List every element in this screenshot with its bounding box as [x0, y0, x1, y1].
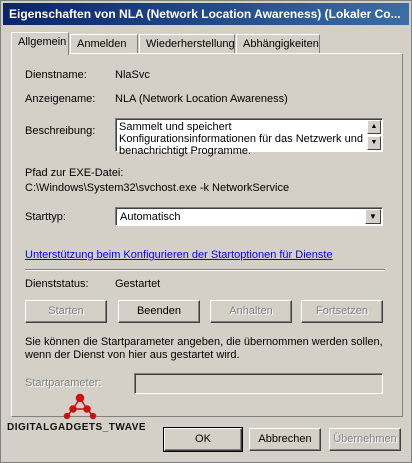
service-status-label: Dienststatus: [25, 278, 89, 290]
start-button[interactable]: Starten [25, 300, 107, 323]
divider [25, 269, 385, 271]
tab-wiederherstellung[interactable]: Wiederherstellung [139, 34, 235, 54]
startup-type-select[interactable]: Automatisch ▼ [115, 207, 383, 226]
display-name-label: Anzeigename: [25, 93, 96, 105]
properties-dialog: Eigenschaften von NLA (Network Location … [0, 0, 412, 463]
description-text: Sammelt und speichert Konfigurationsinfo… [119, 121, 363, 157]
path-value: C:\Windows\System32\svchost.exe -k Netwo… [25, 182, 290, 194]
general-panel [11, 53, 403, 417]
tab-abhaengigkeiten[interactable]: Abhängigkeiten [236, 34, 320, 54]
description-box[interactable]: Sammelt und speichert Konfigurationsinfo… [115, 118, 383, 157]
molecule-logo-icon [63, 393, 97, 420]
start-params-label: Startparameter: [25, 377, 102, 389]
apply-button[interactable]: Übernehmen [329, 428, 401, 451]
start-params-input[interactable] [134, 373, 383, 394]
watermark-text: DIGITALGADGETS_TWAVE [7, 422, 147, 433]
startup-type-value: Automatisch [120, 211, 181, 223]
scroll-down-icon[interactable]: ▼ [367, 136, 381, 150]
window-title[interactable]: Eigenschaften von NLA (Network Location … [3, 3, 409, 25]
tab-anmelden[interactable]: Anmelden [70, 34, 138, 54]
startup-type-label: Starttyp: [25, 211, 66, 223]
tab-allgemein[interactable]: Allgemein [11, 32, 69, 55]
scroll-up-icon[interactable]: ▲ [367, 120, 381, 134]
chevron-down-icon[interactable]: ▼ [365, 209, 381, 224]
watermark-logo: DIGITALGADGETS_TWAVE [7, 390, 157, 444]
pause-button[interactable]: Anhalten [210, 300, 292, 323]
service-name-label: Dienstname: [25, 69, 87, 81]
path-label: Pfad zur EXE-Datei: [25, 167, 124, 179]
stop-button[interactable]: Beenden [118, 300, 200, 323]
service-name-value: NlaSvc [115, 69, 150, 81]
resume-button[interactable]: Fortsetzen [301, 300, 383, 323]
display-name-value: NLA (Network Location Awareness) [115, 93, 288, 105]
startup-help-link[interactable]: Unterstützung beim Konfigurieren der Sta… [25, 249, 333, 261]
service-status-value: Gestartet [115, 278, 161, 290]
description-label: Beschreibung: [25, 125, 96, 137]
start-params-hint: Sie können die Startparameter angeben, d… [25, 336, 383, 361]
ok-button[interactable]: OK [163, 427, 243, 452]
cancel-button[interactable]: Abbrechen [249, 428, 321, 451]
